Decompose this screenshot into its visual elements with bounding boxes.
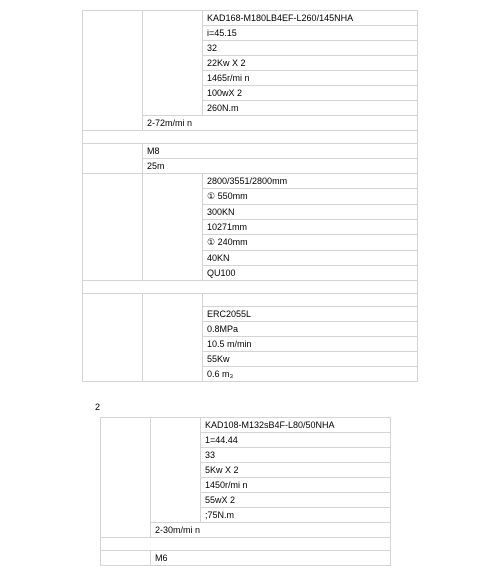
table-row bbox=[83, 281, 418, 294]
cell-value: ① 550mm bbox=[203, 189, 418, 205]
cell-value: 55Kw bbox=[203, 352, 418, 367]
cell-value: 10.5 m/min bbox=[203, 337, 418, 352]
cell-value bbox=[83, 281, 418, 294]
cell-value: 100wX 2 bbox=[203, 86, 418, 101]
cell-value: M6 bbox=[151, 551, 391, 566]
table-row: KAD168-M180LB4EF-L260/145NHA bbox=[83, 11, 418, 26]
table-row bbox=[83, 131, 418, 144]
cell-value bbox=[203, 294, 418, 307]
cell-value: 0.8MPa bbox=[203, 322, 418, 337]
cell-value: 2-72m/mi n bbox=[143, 116, 418, 131]
cell-value: 2800/3551/2800mm bbox=[203, 174, 418, 189]
table-row: 2800/3551/2800mm bbox=[83, 174, 418, 189]
cell-value: 2-30m/mi n bbox=[151, 523, 391, 538]
cell-value bbox=[101, 538, 391, 551]
table-row: M6 bbox=[101, 551, 391, 566]
cell-value: 0.6 m₃ bbox=[203, 367, 418, 382]
table-row: KAD108-M132sB4F-L80/50NHA bbox=[101, 418, 391, 433]
cell-value: 1450r/mi n bbox=[201, 478, 391, 493]
cell-value: QU100 bbox=[203, 266, 418, 281]
cell-value: 32 bbox=[203, 41, 418, 56]
table-row: M8 bbox=[83, 144, 418, 159]
cell-value bbox=[83, 131, 418, 144]
cell-value: 1=44.44 bbox=[201, 433, 391, 448]
cell-value: 55wX 2 bbox=[201, 493, 391, 508]
cell-value: KAD168-M180LB4EF-L260/145NHA bbox=[203, 11, 418, 26]
cell-value: 22Kw X 2 bbox=[203, 56, 418, 71]
cell-value: 40KN bbox=[203, 251, 418, 266]
cell-value: 1465r/mi n bbox=[203, 71, 418, 86]
cell-value: 300KN bbox=[203, 205, 418, 220]
cell-value: 10271mm bbox=[203, 220, 418, 235]
section-2-label: 2 bbox=[95, 402, 500, 412]
cell-value: M8 bbox=[143, 144, 418, 159]
table-row bbox=[83, 294, 418, 307]
cell-value: ① 240mm bbox=[203, 235, 418, 251]
cell-value: 25m bbox=[143, 159, 418, 174]
cell-value: KAD108-M132sB4F-L80/50NHA bbox=[201, 418, 391, 433]
spec-table-1: KAD168-M180LB4EF-L260/145NHA i=45.15 32 … bbox=[82, 10, 418, 382]
table-row bbox=[101, 538, 391, 551]
cell-value: 33 bbox=[201, 448, 391, 463]
cell-value: 5Kw X 2 bbox=[201, 463, 391, 478]
spec-table-2: KAD108-M132sB4F-L80/50NHA 1=44.44 33 5Kw… bbox=[100, 417, 391, 566]
cell-value: ;75N.m bbox=[201, 508, 391, 523]
cell-value: 260N.m bbox=[203, 101, 418, 116]
cell-value: ERC2055L bbox=[203, 307, 418, 322]
cell-value: i=45.15 bbox=[203, 26, 418, 41]
